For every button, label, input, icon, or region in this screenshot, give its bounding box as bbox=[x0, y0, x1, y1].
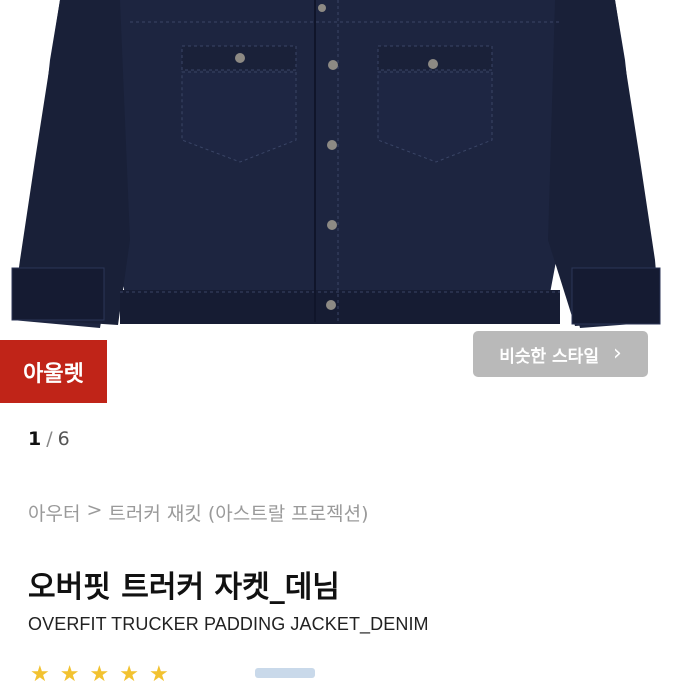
review-count-link[interactable] bbox=[255, 668, 315, 678]
outlet-badge-label: 아울렛 bbox=[23, 361, 84, 387]
outlet-badge: 아울렛 bbox=[0, 340, 107, 403]
breadcrumb-subcategory[interactable]: 트러커 재킷 (아스트랄 프로젝션) bbox=[108, 499, 368, 526]
product-title: 오버핏 트러커 자켓_데님 bbox=[28, 570, 340, 605]
breadcrumb-separator: > bbox=[86, 499, 103, 521]
breadcrumb-category[interactable]: 아우터 bbox=[28, 499, 80, 526]
pager-current: 1 bbox=[28, 428, 42, 450]
pager-separator: / bbox=[46, 428, 53, 450]
jacket-illustration bbox=[11, 0, 661, 328]
breadcrumb: 아우터 > 트러커 재킷 (아스트랄 프로젝션) bbox=[28, 499, 369, 526]
similar-style-label: 비슷한 스타일 bbox=[499, 346, 599, 367]
star-icon: ★ bbox=[59, 662, 80, 687]
product-image[interactable] bbox=[0, 0, 675, 330]
product-title-english: OVERFIT TRUCKER PADDING JACKET_DENIM bbox=[28, 614, 429, 634]
pager-total: 6 bbox=[57, 428, 70, 450]
similar-style-button[interactable]: 비슷한 스타일 › bbox=[473, 331, 648, 377]
rating-stars: ★ ★ ★ ★ ★ bbox=[30, 664, 169, 686]
star-icon: ★ bbox=[119, 662, 139, 687]
star-icon: ★ bbox=[148, 662, 169, 687]
chevron-right-icon: › bbox=[612, 341, 622, 366]
star-icon: ★ bbox=[30, 662, 50, 687]
image-pager: 1/6 bbox=[28, 428, 70, 450]
star-icon: ★ bbox=[89, 662, 110, 687]
